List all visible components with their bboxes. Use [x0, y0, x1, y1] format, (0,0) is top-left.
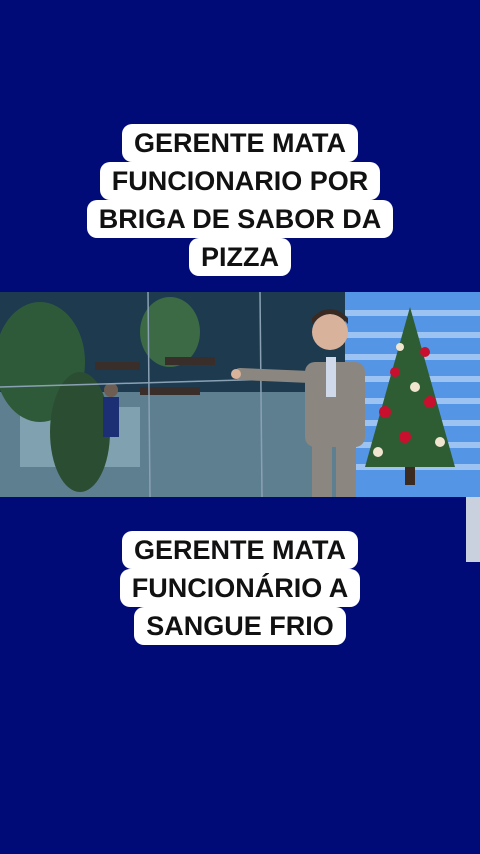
bottom-caption: GERENTE MATA FUNCIONÁRIO A SANGUE FRIO [0, 531, 480, 645]
bottom-caption-line-3: SANGUE FRIO [134, 607, 346, 645]
top-caption: GERENTE MATA FUNCIONARIO POR BRIGA DE SA… [0, 124, 480, 276]
news-video-frame[interactable] [0, 292, 480, 497]
top-caption-line-1: GERENTE MATA [122, 124, 358, 162]
bottom-caption-line-1: GERENTE MATA [122, 531, 358, 569]
news-studio-image [0, 292, 480, 497]
top-caption-line-3: BRIGA DE SABOR DA [86, 200, 394, 238]
bottom-caption-line-2: FUNCIONÁRIO A [119, 569, 361, 607]
top-caption-line-4: PIZZA [189, 238, 291, 276]
top-caption-line-2: FUNCIONARIO POR [99, 162, 381, 200]
